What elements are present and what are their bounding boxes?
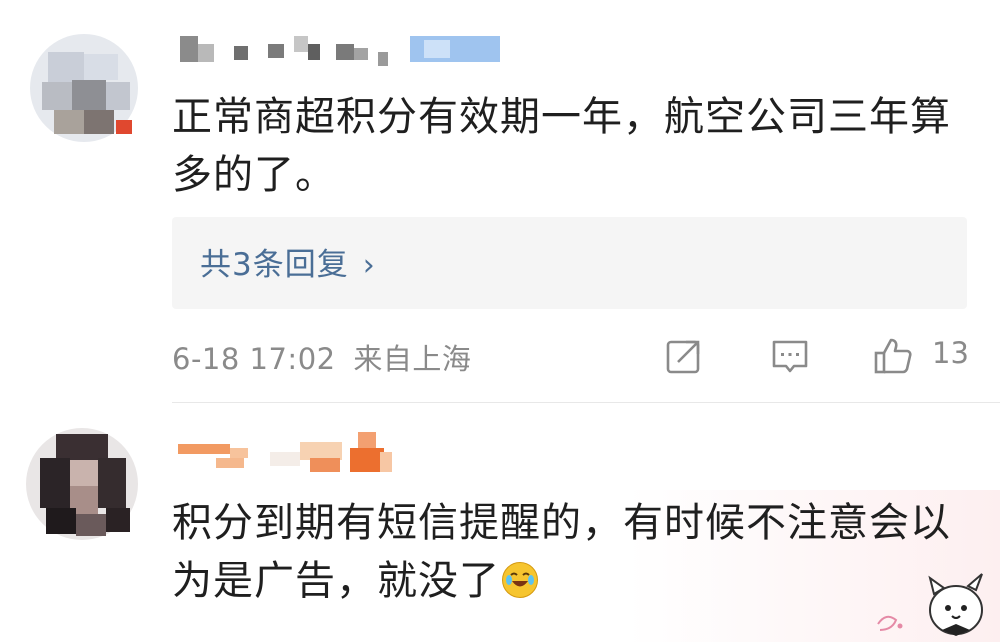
comment-body: 积分到期有短信提醒的，有时候不注意会以为是广告，就没了 [172, 500, 951, 604]
watermark-mascot-icon [877, 573, 983, 636]
avatar[interactable] [30, 34, 138, 142]
comment-text: 积分到期有短信提醒的，有时候不注意会以为是广告，就没了 [172, 494, 972, 610]
avatar[interactable] [26, 428, 138, 540]
comment-meta: 6-18 17:02 来自上海 [172, 336, 471, 378]
comment-text: 正常商超积分有效期一年，航空公司三年算多的了。 [172, 94, 951, 198]
location: 来自上海 [353, 342, 472, 376]
view-replies-link[interactable]: 共3条回复 › [200, 239, 376, 284]
laughing-tears-emoji [502, 562, 538, 598]
view-replies-label: 共3条回复 [200, 247, 349, 283]
username-blurred[interactable] [172, 428, 412, 478]
divider [172, 402, 1000, 403]
replies-box[interactable]: 共3条回复 › [172, 217, 967, 309]
like-count: 13 [932, 336, 969, 370]
comment-icon[interactable] [770, 336, 810, 376]
username-blurred[interactable] [172, 30, 502, 74]
share-icon[interactable] [664, 336, 704, 376]
chevron-right-icon: › [362, 248, 376, 283]
thumbs-up-icon[interactable] [873, 336, 913, 376]
timestamp: 6-18 17:02 [172, 342, 336, 376]
